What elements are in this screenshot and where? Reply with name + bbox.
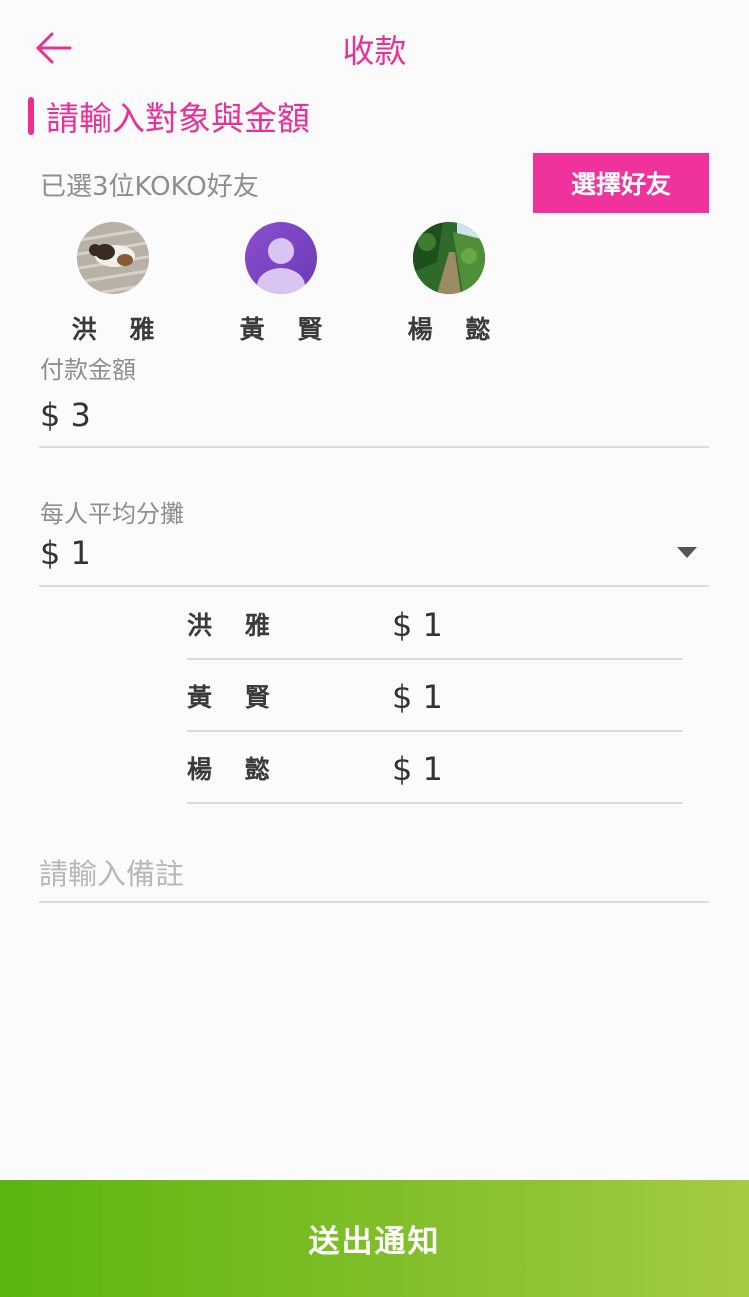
split-row-amount[interactable]: $ 1: [392, 750, 443, 788]
friend-item[interactable]: 洪 雅: [53, 222, 173, 346]
send-notification-button[interactable]: 送出通知: [0, 1180, 749, 1297]
split-row-name: 黃 賢: [187, 683, 282, 712]
split-value[interactable]: $ 1: [40, 534, 91, 572]
payment-amount-label: 付款金額: [40, 356, 136, 384]
payment-amount-divider: [39, 446, 709, 448]
page-title: 收款: [342, 32, 407, 70]
choose-friends-button[interactable]: 選擇好友: [533, 153, 709, 213]
friend-name: 楊 懿: [407, 315, 503, 344]
split-row: 黃 賢 $ 1: [187, 660, 683, 732]
default-user-icon: [257, 238, 305, 294]
note-input[interactable]: [39, 848, 709, 900]
split-row-divider: [187, 802, 683, 804]
forest-photo-icon: [413, 222, 485, 294]
avatar: [77, 222, 149, 294]
split-row-amount[interactable]: $ 1: [392, 606, 443, 644]
friend-item[interactable]: 黃 賢: [221, 222, 341, 346]
avatar: [245, 222, 317, 294]
selected-friends-count: 已選3位KOKO好友: [40, 172, 259, 202]
avatar: [413, 222, 485, 294]
split-divider: [39, 585, 709, 587]
friend-name: 洪 雅: [71, 315, 167, 344]
split-row: 洪 雅 $ 1: [187, 588, 683, 660]
friend-item[interactable]: 楊 懿: [389, 222, 509, 346]
split-row-name: 洪 雅: [187, 611, 282, 640]
section-heading: 請輸入對象與金額: [28, 96, 310, 138]
note-divider: [39, 901, 709, 903]
dog-photo-icon: [77, 222, 149, 294]
section-title: 請輸入對象與金額: [46, 99, 310, 138]
split-row-name: 楊 懿: [187, 755, 282, 784]
payment-amount-input[interactable]: $ 3: [40, 396, 91, 434]
friend-name: 黃 賢: [239, 315, 335, 344]
dropdown-arrow-icon[interactable]: [677, 547, 697, 558]
split-row: 楊 懿 $ 1: [187, 732, 683, 804]
heading-accent-bar: [28, 97, 34, 135]
split-label: 每人平均分攤: [40, 500, 184, 528]
app-header: 收款: [0, 0, 749, 92]
split-row-amount[interactable]: $ 1: [392, 678, 443, 716]
